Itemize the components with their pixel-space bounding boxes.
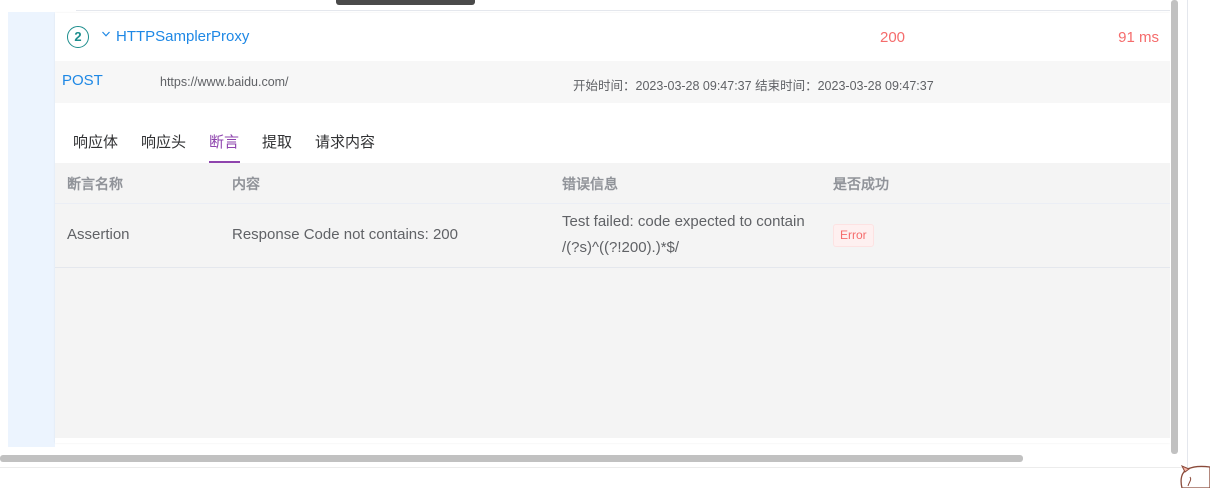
sampler-index-badge: 2 — [67, 26, 89, 48]
horizontal-scrollbar[interactable] — [0, 455, 1023, 462]
chevron-down-icon[interactable] — [102, 30, 110, 38]
column-header-success: 是否成功 — [833, 176, 889, 192]
table-header: 断言名称 内容 错误信息 是否成功 — [55, 163, 1170, 204]
assertion-error-cell: Test failed: code expected to contain /(… — [562, 213, 805, 256]
sampler-name-link[interactable]: HTTPSamplerProxy — [116, 28, 249, 45]
tab-response-body[interactable]: 响应体 — [73, 131, 118, 152]
previous-card-edge — [76, 0, 1170, 11]
request-url: https://www.baidu.com/ — [160, 75, 289, 89]
assertion-table: 断言名称 内容 错误信息 是否成功 Assertion Response Cod… — [55, 163, 1170, 438]
request-times: 开始时间：2023-03-28 09:47:37 结束时间：2023-03-28… — [573, 75, 934, 94]
container-edge — [1187, 0, 1188, 470]
tab-extract[interactable]: 提取 — [262, 131, 292, 152]
table-row: Assertion Response Code not contains: 20… — [55, 203, 1170, 268]
assertion-content-cell: Response Code not contains: 200 — [232, 226, 458, 243]
column-header-name: 断言名称 — [67, 176, 123, 192]
left-panel-strip — [8, 12, 55, 447]
request-method: POST — [62, 72, 103, 89]
status-code: 200 — [880, 29, 906, 46]
end-time-value: 2023-03-28 09:47:37 — [817, 79, 934, 93]
sampler-header-row[interactable]: 2 HTTPSamplerProxy 200 91 ms — [55, 13, 1170, 61]
column-header-error: 错误信息 — [562, 176, 618, 192]
tooltip-edge — [336, 0, 475, 5]
tab-response-headers[interactable]: 响应头 — [141, 131, 186, 152]
status-badge: Error — [833, 224, 874, 247]
bottom-divider — [0, 467, 1190, 468]
elapsed-time: 91 ms — [1118, 29, 1159, 46]
tab-request-content[interactable]: 请求内容 — [315, 131, 375, 152]
end-time-label: 结束时间： — [755, 79, 818, 93]
sampler-result-panel: 2 HTTPSamplerProxy 200 91 ms POST https:… — [55, 13, 1170, 443]
vertical-scrollbar[interactable] — [1171, 0, 1178, 454]
result-tabs: 响应体 响应头 断言 提取 请求内容 — [55, 123, 1170, 165]
request-info-row: POST https://www.baidu.com/ 开始时间：2023-03… — [55, 61, 1170, 103]
column-header-content: 内容 — [232, 176, 260, 192]
start-time-value: 2023-03-28 09:47:37 — [635, 79, 752, 93]
start-time-label: 开始时间： — [573, 79, 636, 93]
tab-assertions[interactable]: 断言 — [209, 131, 239, 152]
assertion-name-cell: Assertion — [67, 226, 130, 243]
mascot-icon[interactable] — [1178, 458, 1210, 488]
